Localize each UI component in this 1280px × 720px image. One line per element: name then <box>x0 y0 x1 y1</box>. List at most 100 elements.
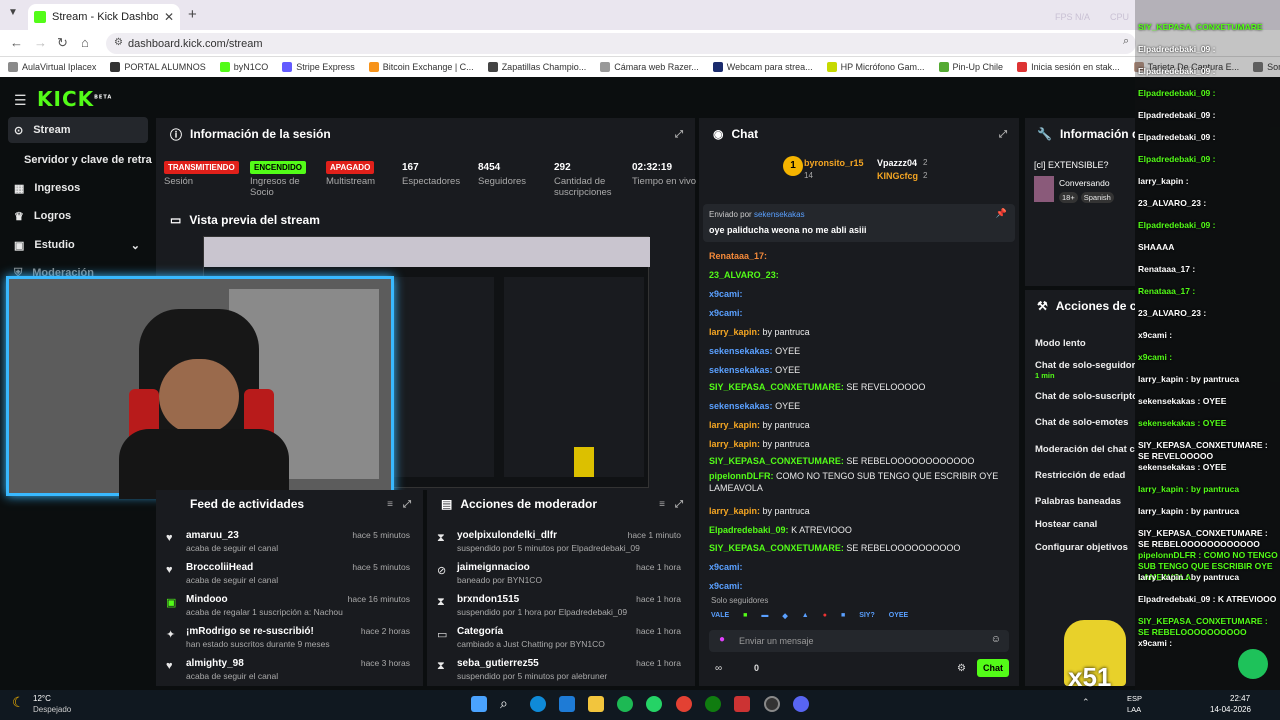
chat-username[interactable]: sekensekakas: <box>709 365 773 375</box>
minion-label: x51 <box>1068 662 1112 692</box>
emote-only-toggle[interactable]: Chat de solo-emotes <box>1035 417 1128 428</box>
subs-only-toggle[interactable]: Chat de solo-suscriptores <box>1035 391 1135 402</box>
sidebar-item-ingresos[interactable]: ▦ Ingresos <box>8 175 148 201</box>
weather-icon[interactable]: ☾ <box>12 694 25 711</box>
site-info-icon[interactable]: ⚙ <box>114 37 123 48</box>
webcam-overlay <box>6 276 394 499</box>
bookmark[interactable]: Stripe Express <box>282 62 355 72</box>
expand-icon[interactable]: ⤢ <box>675 499 683 510</box>
overlay-chat-line: larry_kapin : <box>1138 176 1189 186</box>
chat-username[interactable]: SIY_KEPASA_CONXETUMARE: <box>709 543 844 553</box>
bookmark[interactable]: AulaVirtual Iplacex <box>8 62 96 72</box>
chat-username[interactable]: x9cami: <box>709 562 743 572</box>
chat-username[interactable]: larry_kapin: <box>709 506 760 516</box>
edge-icon[interactable] <box>530 696 546 712</box>
bookmark[interactable]: Inicia sesión en stak... <box>1017 62 1120 72</box>
send-chat-button[interactable]: Chat <box>977 659 1009 677</box>
gifter-3-name[interactable]: KINGcfcg <box>877 171 918 181</box>
close-tab-icon[interactable]: ✕ <box>164 10 174 24</box>
sidebar-item-server-key[interactable]: Servidor y clave de retransm <box>18 147 152 173</box>
chat-username[interactable]: x9cami: <box>709 308 743 318</box>
chrome-icon[interactable] <box>676 696 692 712</box>
overlay-chat-line: x9cami : <box>1138 352 1173 362</box>
sidebar-item-stream[interactable]: ⊙ Stream <box>8 117 148 143</box>
sidebar-item-estudio[interactable]: ▣ Estudio ⌄ <box>8 232 148 258</box>
chat-username[interactable]: sekensekakas: <box>709 346 773 356</box>
chat-input[interactable]: Enviar un mensaje ☺ ● <box>709 630 1009 652</box>
overlay-chat-line: Elpadredebaki_09 : <box>1138 132 1216 142</box>
search-icon[interactable]: ⌕ <box>500 695 508 712</box>
sidebar-item-logros[interactable]: ♛ Logros <box>8 203 148 229</box>
chat-username[interactable]: x9cami: <box>709 289 743 299</box>
home-icon[interactable]: ⌂ <box>81 35 89 50</box>
chat-text: by pantruca <box>762 327 810 337</box>
gifter-2-name[interactable]: Vpazzz04 <box>877 158 917 168</box>
obs-icon[interactable] <box>764 696 780 712</box>
chat-text: OYEE <box>775 365 801 375</box>
chat-username[interactable]: sekensekakas: <box>709 401 773 411</box>
pin-icon[interactable]: 📌 <box>996 208 1007 219</box>
url-field[interactable]: dashboard.kick.com/stream <box>106 33 1136 54</box>
ai-moderation-toggle[interactable]: Moderación del chat con IA <box>1035 444 1135 455</box>
host-channel-button[interactable]: Hostear canal <box>1035 519 1097 530</box>
bookmark[interactable]: Bitcoin Exchange | C... <box>368 62 474 72</box>
bookmark[interactable]: HP Micrófono Gam... <box>826 62 925 72</box>
top-gifter-name[interactable]: byronsito_r15 <box>804 158 864 168</box>
expand-icon[interactable]: ⤢ <box>675 129 683 140</box>
chat-username[interactable]: larry_kapin: <box>709 327 760 337</box>
bookmark[interactable]: Pin-Up Chile <box>938 62 1003 72</box>
chat-username[interactable]: larry_kapin: <box>709 420 760 430</box>
goals-button[interactable]: Configurar objetivos <box>1035 542 1128 553</box>
zoom-icon[interactable]: ⌕ <box>1123 35 1129 48</box>
chat-username[interactable]: Elpadredebaki_09: <box>709 525 789 535</box>
reload-icon[interactable]: ↻ <box>57 35 68 51</box>
tray-chevron-icon[interactable]: ⌃ <box>1082 697 1090 708</box>
chat-username[interactable]: Renataaa_17: <box>709 251 767 261</box>
support-chat-icon[interactable] <box>1238 649 1268 679</box>
new-tab-icon[interactable]: + <box>188 6 197 23</box>
bookmark[interactable]: Zapatillas Champio... <box>487 62 586 72</box>
expand-icon[interactable]: ⤢ <box>999 129 1007 140</box>
overlay-chat-line: larry_kapin : by pantruca <box>1138 572 1240 582</box>
mic-icon[interactable]: ● <box>719 634 725 645</box>
expand-icon[interactable]: ⤢ <box>403 499 411 510</box>
chat-username[interactable]: larry_kapin: <box>709 439 760 449</box>
bookmark[interactable]: byN1CO <box>219 62 268 72</box>
chat-username[interactable]: SIY_KEPASA_CONXETUMARE: <box>709 382 844 392</box>
whatsapp-icon[interactable] <box>646 696 662 712</box>
kick-logo[interactable]: KICKBETA <box>37 87 112 111</box>
menu-icon[interactable]: ☰ <box>14 92 27 109</box>
browser-tab[interactable]: Stream - Kick Dashboard ✕ <box>28 4 180 30</box>
store-icon[interactable] <box>559 696 575 712</box>
settings-icon[interactable]: ⚙ <box>957 663 966 674</box>
xbox-icon[interactable] <box>705 696 721 712</box>
chat-username[interactable]: 23_ALVARO_23: <box>709 270 779 280</box>
chat-username[interactable]: x9cami: <box>709 581 743 591</box>
slow-mode-toggle[interactable]: Modo lento <box>1035 338 1086 349</box>
pinned-message[interactable]: Enviado por sekensekakas oye paliducha w… <box>703 204 1015 242</box>
bookmark[interactable]: Webcam para strea... <box>712 62 813 72</box>
forward-icon[interactable]: → <box>34 35 47 50</box>
windows-start-icon[interactable] <box>471 696 487 712</box>
infinity-icon[interactable]: ∞ <box>715 663 722 674</box>
emote-bar[interactable]: VALE ■ ▬ ◆ ▲ ● ■ SIY? OYEE <box>711 612 1011 628</box>
chat-username[interactable]: pipelonnDLFR: <box>709 471 774 481</box>
tab-search-chevron-icon[interactable]: ▼ <box>8 7 18 18</box>
clock-time[interactable]: 22:47 <box>1230 694 1250 703</box>
language-indicator[interactable]: ESP <box>1127 694 1142 703</box>
bookmark[interactable]: Cámara web Razer... <box>600 62 699 72</box>
mod-action-item: ⧗ brxndon1515 suspendido por 1 hora por El… <box>437 594 681 617</box>
back-icon[interactable]: ← <box>10 35 23 50</box>
capture-icon[interactable] <box>734 696 750 712</box>
chat-username[interactable]: SIY_KEPASA_CONXETUMARE: <box>709 456 844 466</box>
spotify-icon[interactable] <box>617 696 633 712</box>
followers-only-toggle[interactable]: Chat de solo-seguidores <box>1035 360 1135 371</box>
banned-words-button[interactable]: Palabras baneadas <box>1035 496 1121 507</box>
filter-icon[interactable]: ≡ <box>659 499 665 510</box>
emoji-icon[interactable]: ☺ <box>991 634 1001 645</box>
discord-icon[interactable] <box>793 696 809 712</box>
folder-icon[interactable] <box>588 696 604 712</box>
age-restriction-toggle[interactable]: Restricción de edad <box>1035 470 1125 481</box>
bookmark[interactable]: PORTAL ALUMNOS <box>110 62 206 72</box>
filter-icon[interactable]: ≡ <box>387 499 393 510</box>
